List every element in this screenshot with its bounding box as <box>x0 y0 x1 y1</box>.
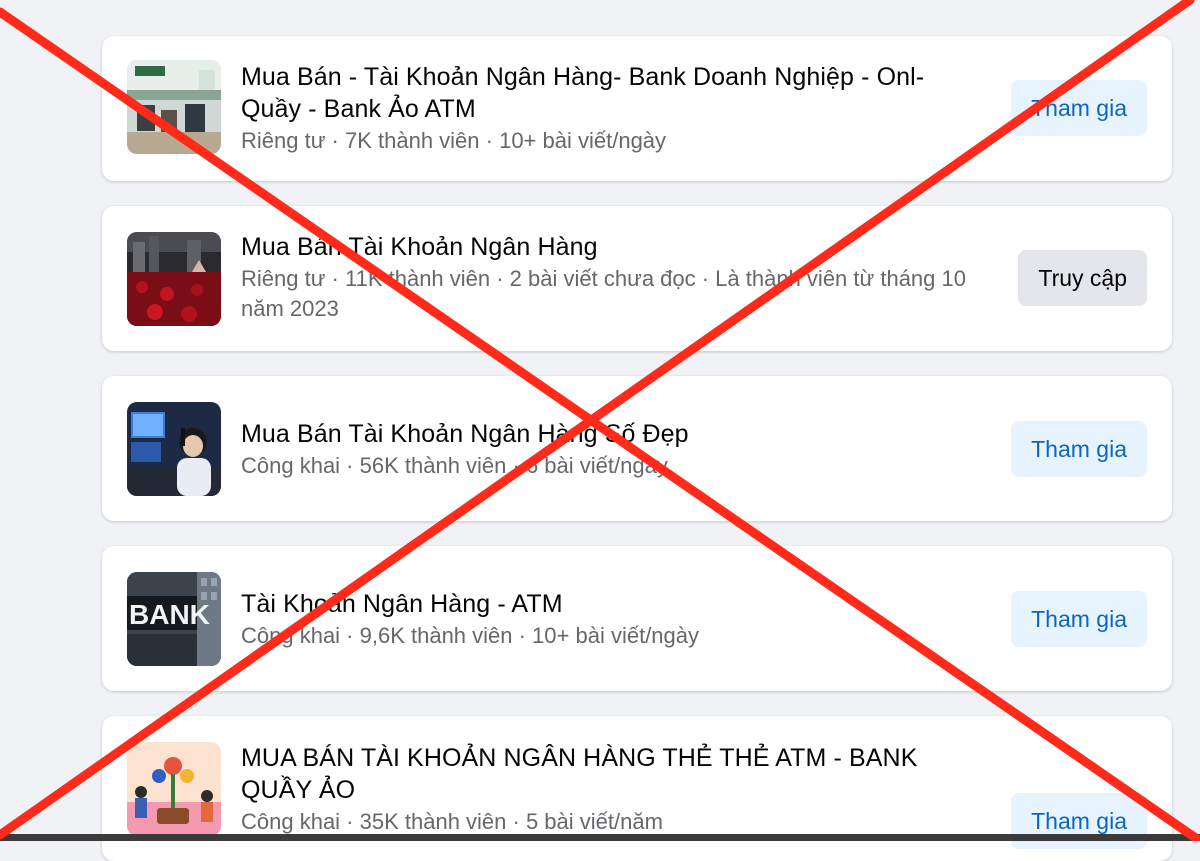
group-meta: Công khai · 56K thành viên · 6 bài viết/… <box>241 453 668 478</box>
group-meta: Riêng tư · 11K thành viên · 2 bài viết c… <box>241 266 966 321</box>
group-card: Mua Bán - Tài Khoản Ngân Hàng- Bank Doan… <box>102 36 1172 181</box>
group-card: BANK Tài Khoản Ngân Hàng - ATM Công khai… <box>102 546 1172 691</box>
bottom-edge-strip <box>0 834 1200 841</box>
join-button[interactable]: Tham gia <box>1011 80 1147 136</box>
group-meta: Công khai · 35K thành viên · 5 bài viết/… <box>241 809 663 834</box>
group-thumbnail-bank-building[interactable]: BANK <box>127 572 221 666</box>
group-meta: Riêng tư · 7K thành viên · 10+ bài viết/… <box>241 128 667 153</box>
group-title[interactable]: Tài Khoản Ngân Hàng - ATM <box>241 588 986 620</box>
join-button[interactable]: Tham gia <box>1011 591 1147 647</box>
group-meta: Công khai · 9,6K thành viên · 10+ bài vi… <box>241 623 700 648</box>
group-card: Mua Bán Tài Khoản Ngân Hàng Số Đẹp Công … <box>102 376 1172 521</box>
join-button[interactable]: Tham gia <box>1011 421 1147 477</box>
group-thumbnail-illustration[interactable] <box>127 742 221 836</box>
group-thumbnail-bank-office[interactable] <box>127 60 221 154</box>
group-title[interactable]: Mua Bán Tài Khoản Ngân Hàng <box>241 231 986 263</box>
group-title[interactable]: MUA BÁN TÀI KHOẢN NGÂN HÀNG THẺ THẺ ATM … <box>241 742 986 806</box>
group-thumbnail-red-flowers[interactable] <box>127 232 221 326</box>
group-card: Mua Bán Tài Khoản Ngân Hàng Riêng tư · 1… <box>102 206 1172 351</box>
group-title[interactable]: Mua Bán - Tài Khoản Ngân Hàng- Bank Doan… <box>241 61 986 125</box>
bank-sign-text: BANK <box>129 599 210 630</box>
group-thumbnail-gamer-girl[interactable] <box>127 402 221 496</box>
group-title[interactable]: Mua Bán Tài Khoản Ngân Hàng Số Đẹp <box>241 418 986 450</box>
visit-button[interactable]: Truy cập <box>1018 250 1147 306</box>
